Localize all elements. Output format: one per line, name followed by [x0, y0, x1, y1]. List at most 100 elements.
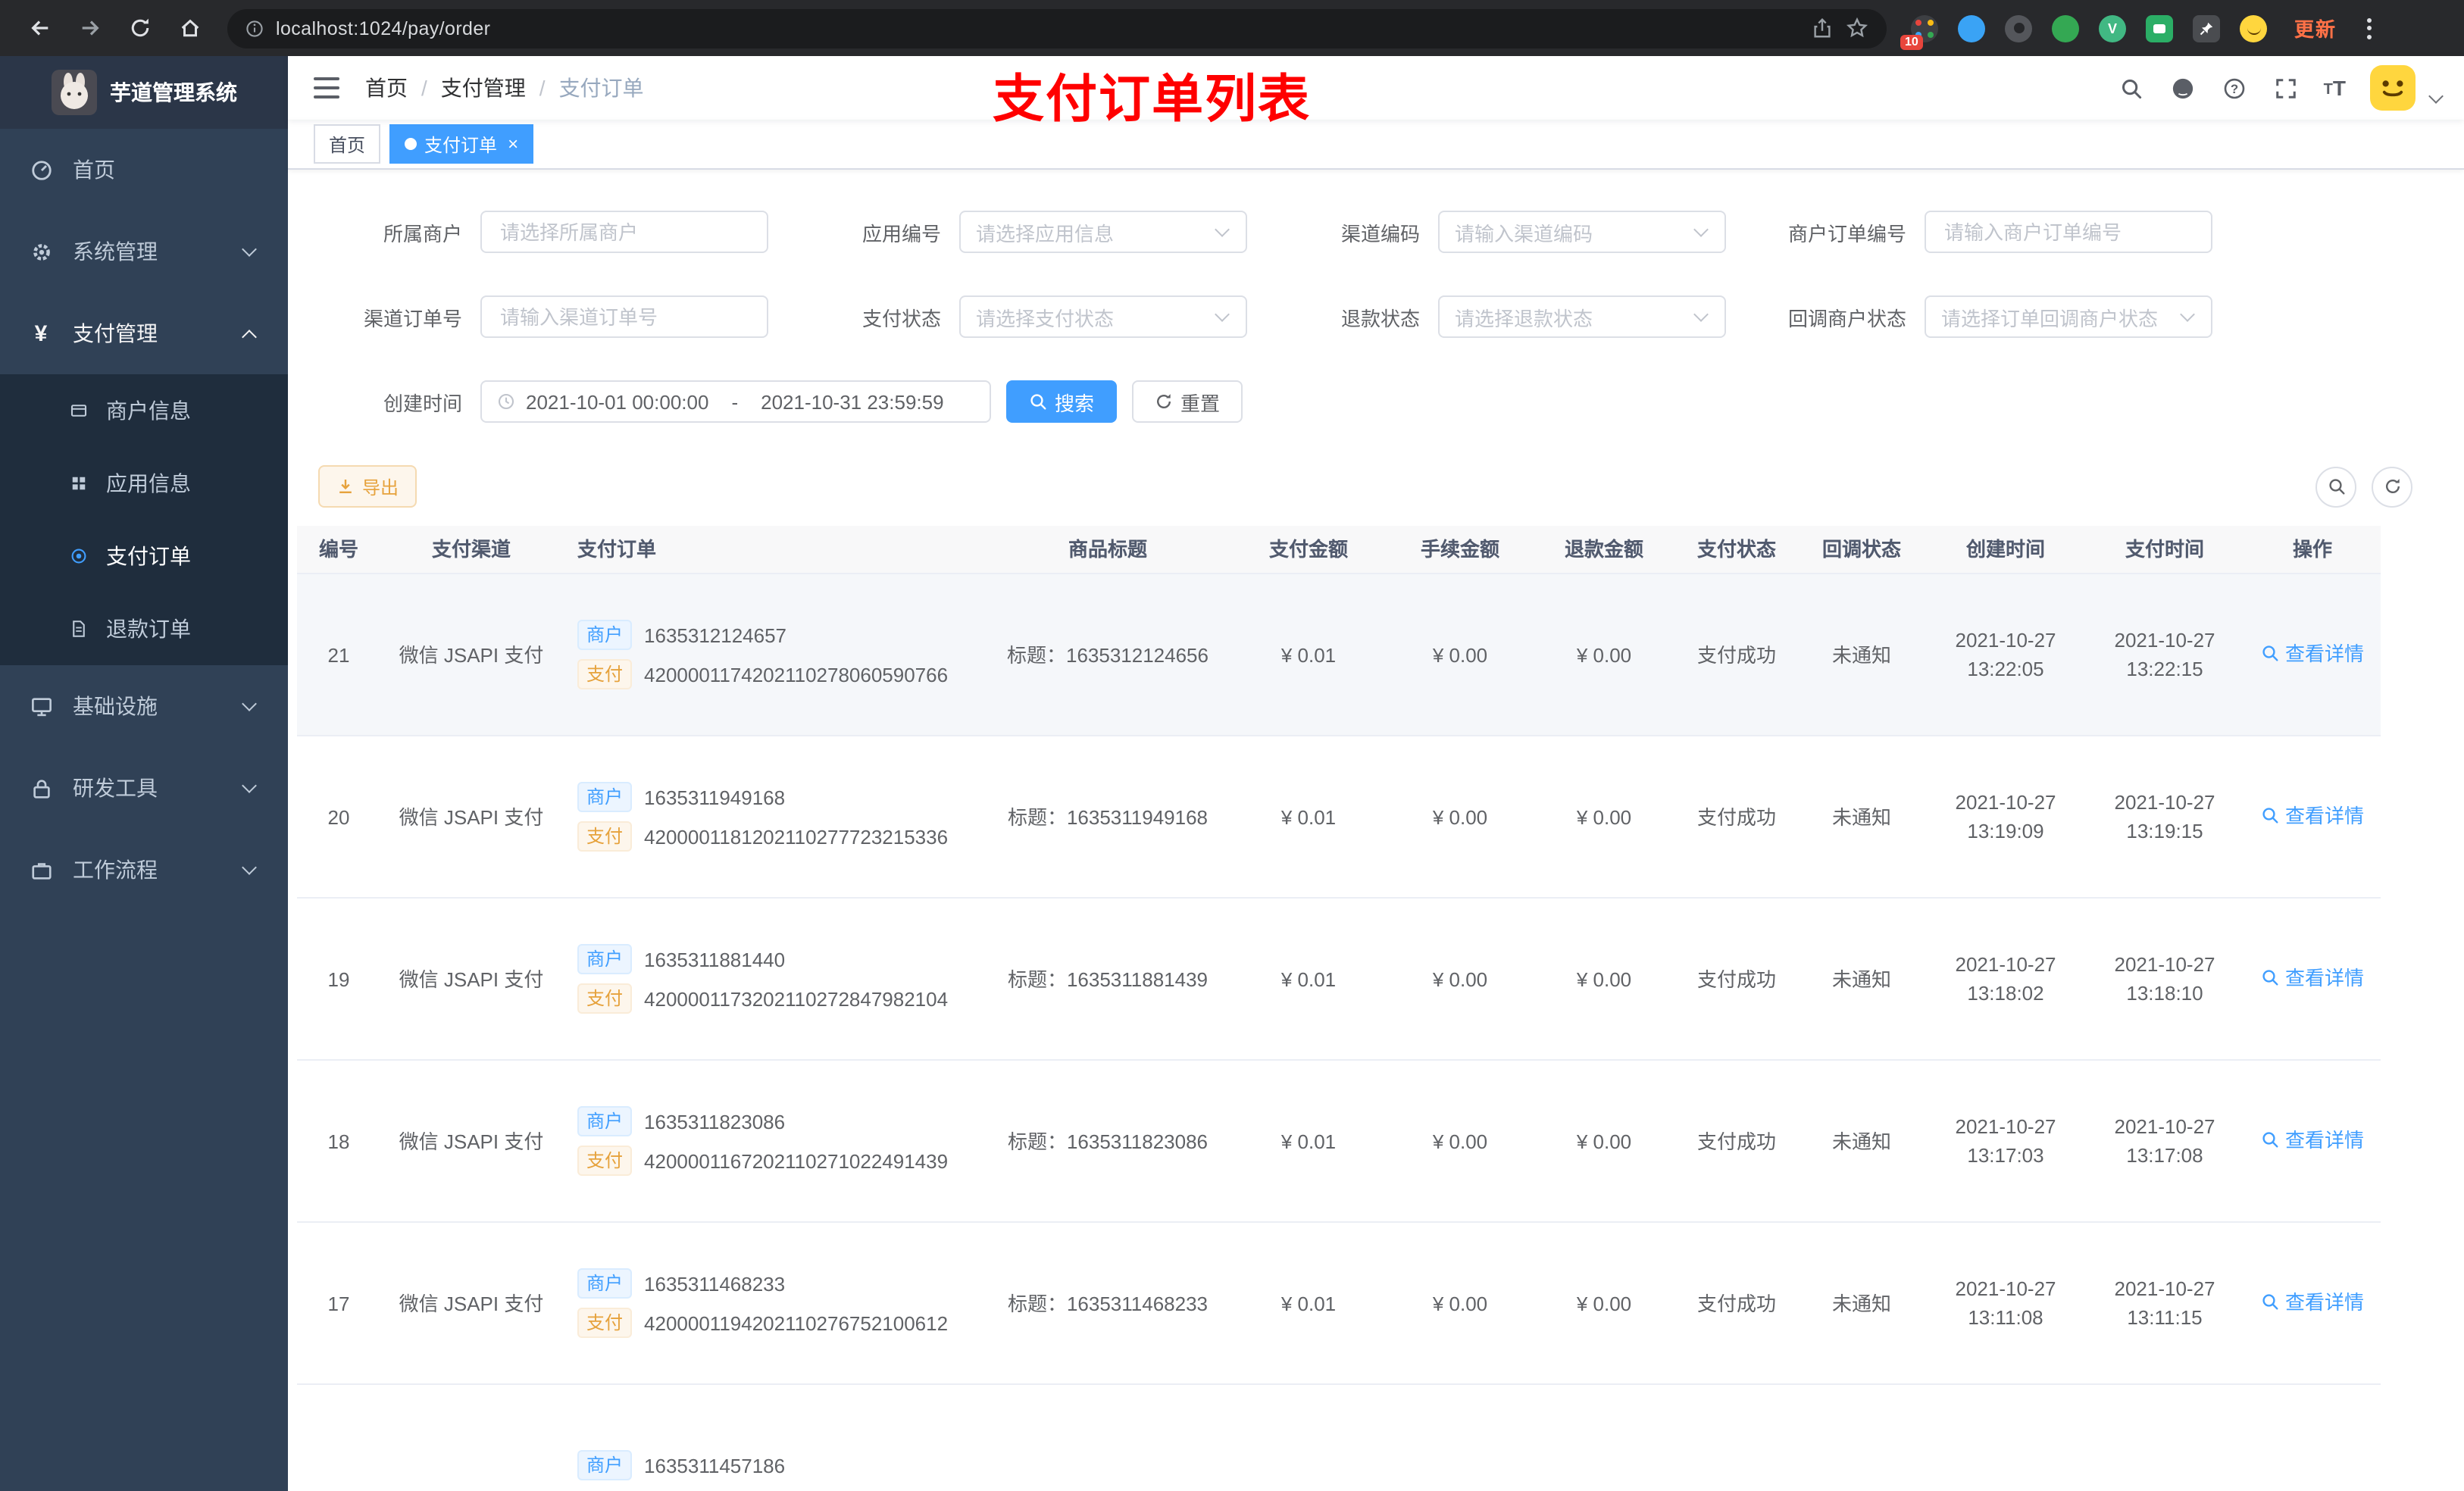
cell-title: 标题：1635311881439 — [987, 964, 1229, 993]
cell-status: 支付成功 — [1696, 1292, 1776, 1314]
col-header-create-time: 创建时间 — [1965, 538, 2045, 561]
view-detail-link[interactable]: 查看详情 — [2261, 1126, 2364, 1155]
table-row: 18 微信 JSAPI 支付 商户 1635311823086 支付 4200001… — [297, 1061, 2381, 1223]
table-row: 21 微信 JSAPI 支付 商户 1635312124657 支付 4200001… — [297, 574, 2381, 736]
sidebar-item-merchant-info[interactable]: 商户信息 — [0, 374, 288, 447]
clock-icon — [497, 392, 515, 411]
site-info-icon[interactable] — [245, 19, 264, 37]
sidebar-item-label: 工作流程 — [73, 858, 158, 882]
sidebar-item-label: 退款订单 — [106, 617, 191, 641]
channel-code-select[interactable]: 请输入渠道编码 — [1438, 211, 1726, 253]
chevron-down-icon — [242, 777, 257, 792]
sidebar-item-workflow[interactable]: 工作流程 — [0, 829, 288, 911]
browser-forward-button[interactable] — [68, 6, 112, 50]
bookmark-star-icon[interactable] — [1846, 17, 1868, 39]
sidebar-item-devtools[interactable]: 研发工具 — [0, 747, 288, 829]
extension-pin-icon[interactable] — [2193, 14, 2220, 42]
tab-pay-order[interactable]: 支付订单 × — [389, 124, 534, 164]
avatar-caret-icon[interactable] — [2428, 88, 2444, 103]
browser-reload-button[interactable] — [118, 6, 162, 50]
pay-order-table: 编号 支付渠道 支付订单 商品标题 支付金额 手续金额 退款金额 支付状态 回调… — [297, 526, 2381, 1491]
pay-status-select[interactable]: 请选择支付状态 — [959, 295, 1247, 338]
cell-order: 商户 1635312124657 支付 4200001174202110278060… — [562, 612, 987, 697]
sidebar-item-refund-order[interactable]: 退款订单 — [0, 592, 288, 665]
fullscreen-icon[interactable] — [2272, 74, 2300, 102]
sidebar-toggle-icon[interactable] — [311, 71, 342, 104]
filter-row-3: 创建时间 2021-10-01 00:00:00 - 2021-10-31 23… — [318, 380, 2434, 423]
sidebar-item-label: 研发工具 — [73, 776, 158, 800]
create-time-range-picker[interactable]: 2021-10-01 00:00:00 - 2021-10-31 23:59:5… — [480, 380, 991, 423]
breadcrumb-home[interactable]: 首页 — [365, 73, 408, 103]
sidebar-item-label: 支付管理 — [73, 321, 158, 345]
col-header-id: 编号 — [318, 538, 358, 561]
merchant-input[interactable] — [480, 211, 768, 253]
url-text[interactable]: localhost:1024/pay/order — [276, 17, 1799, 39]
refresh-list-button[interactable] — [2372, 466, 2412, 507]
title-prefix: 标题： — [1007, 805, 1067, 828]
toggle-search-button[interactable] — [2315, 466, 2356, 507]
cell-status: 支付成功 — [1696, 967, 1776, 990]
breadcrumb-section[interactable]: 支付管理 — [441, 73, 526, 103]
extension-dark-icon[interactable] — [2005, 14, 2032, 42]
notify-status-select[interactable]: 请选择订单回调商户状态 — [1925, 295, 2212, 338]
view-detail-link[interactable]: 查看详情 — [2261, 1288, 2364, 1317]
time-line: 13:22:15 — [2126, 658, 2203, 680]
cell-title: 标题：1635311949168 — [987, 802, 1229, 831]
cell-refund: ¥ 0.00 — [1576, 805, 1632, 828]
vue-devtools-icon[interactable]: V — [2099, 14, 2126, 42]
sidebar-item-pay-order[interactable]: 支付订单 — [0, 520, 288, 592]
browser-home-button[interactable] — [168, 6, 212, 50]
extension-emoji-icon[interactable] — [2240, 14, 2267, 42]
font-size-icon[interactable]: TT — [2324, 77, 2346, 98]
cell-order: 商户 1635311468233 支付 4200001194202110276752… — [562, 1261, 987, 1346]
merchant-order-no: 1635311468233 — [644, 1272, 786, 1295]
date-start: 2021-10-01 00:00:00 — [526, 390, 709, 413]
view-detail-link[interactable]: 查看详情 — [2261, 639, 2364, 668]
tab-label: 首页 — [329, 134, 366, 155]
browser-update-button[interactable]: 更新 — [2294, 14, 2337, 42]
browser-menu-icon[interactable] — [2361, 11, 2378, 45]
app-no-select[interactable]: 请选择应用信息 — [959, 211, 1247, 253]
channel-order-no-input[interactable] — [480, 295, 768, 338]
search-icon[interactable] — [2118, 74, 2145, 102]
sidebar-item-payment[interactable]: ¥ 支付管理 — [0, 292, 288, 374]
search-button[interactable]: 搜索 — [1006, 380, 1118, 423]
export-button[interactable]: 导出 — [318, 465, 417, 508]
share-icon[interactable] — [1811, 17, 1834, 39]
merchant-order-no-label: 商户订单编号 — [1787, 222, 1906, 245]
view-detail-label: 查看详情 — [2284, 642, 2364, 665]
address-bar[interactable]: localhost:1024/pay/order — [227, 8, 1887, 48]
merchant-order-no-input[interactable] — [1925, 211, 2212, 253]
gear-icon — [27, 240, 55, 263]
sidebar-item-infrastructure[interactable]: 基础设施 — [0, 665, 288, 747]
extension-badge: 10 — [1900, 34, 1923, 49]
extension-chat-icon[interactable] — [2146, 14, 2173, 42]
app-logo[interactable]: 芋道管理系统 — [0, 56, 288, 129]
title-value: 1635311949168 — [1066, 805, 1209, 828]
close-icon[interactable]: × — [508, 133, 518, 155]
cell-channel: 微信 JSAPI 支付 — [399, 967, 544, 990]
cell-fee: ¥ 0.00 — [1432, 1130, 1488, 1152]
sidebar-item-system[interactable]: 系统管理 — [0, 211, 288, 292]
browser-back-button[interactable] — [18, 6, 62, 50]
refund-status-select[interactable]: 请选择退款状态 — [1438, 295, 1726, 338]
github-icon[interactable] — [2169, 74, 2197, 102]
cell-id: 20 — [327, 805, 350, 828]
extension-drop-icon[interactable] — [1958, 14, 1985, 42]
sidebar-item-label: 首页 — [73, 158, 115, 182]
sidebar-item-app-info[interactable]: 应用信息 — [0, 447, 288, 520]
tab-home[interactable]: 首页 — [314, 124, 381, 164]
cell-notify: 未通知 — [1831, 1130, 1891, 1152]
extension-green-icon[interactable] — [2052, 14, 2079, 42]
breadcrumb: 首页 / 支付管理 / 支付订单 — [365, 73, 644, 103]
cell-pay-time: 2021-10-27 13:17:08 — [2085, 1112, 2244, 1170]
view-detail-link[interactable]: 查看详情 — [2261, 802, 2364, 830]
sidebar-item-home[interactable]: 首页 — [0, 129, 288, 211]
help-icon[interactable] — [2221, 74, 2248, 102]
extension-dots-icon[interactable]: 10 — [1900, 14, 1938, 49]
view-detail-link[interactable]: 查看详情 — [2261, 964, 2364, 992]
user-avatar[interactable] — [2370, 65, 2416, 111]
sidebar-item-label: 基础设施 — [73, 694, 158, 718]
reset-button[interactable]: 重置 — [1132, 380, 1243, 423]
cell-amount: ¥ 0.01 — [1280, 967, 1337, 990]
